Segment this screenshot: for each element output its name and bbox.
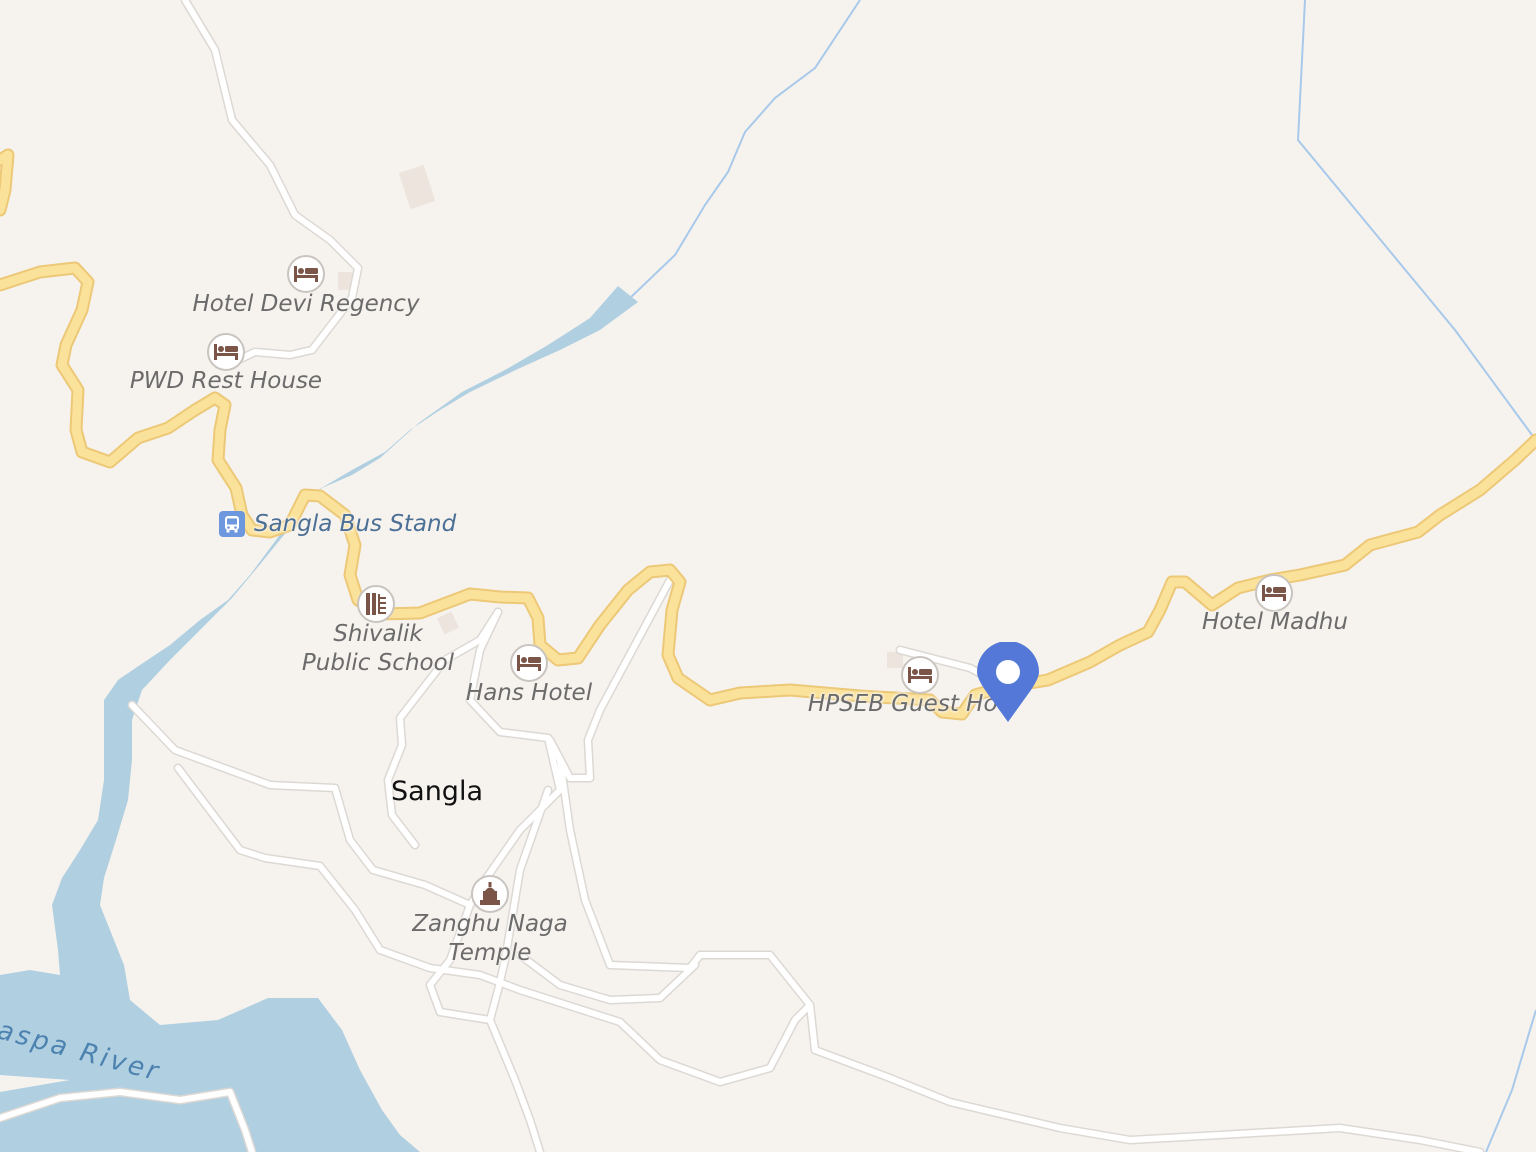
place-label-sangla: Sangla [391, 776, 483, 807]
poi-label-shivalik-public-school[interactable]: Shivalik Public School [278, 620, 478, 678]
bed-icon[interactable] [287, 255, 325, 293]
bus-icon[interactable] [219, 511, 245, 537]
poi-label-hotel-madhu[interactable]: Hotel Madhu [1202, 608, 1348, 637]
map-base-layer [0, 0, 1536, 1152]
poi-label-zanghu-naga-temple[interactable]: Zanghu Naga Temple [390, 910, 590, 968]
bed-icon[interactable] [207, 333, 245, 371]
poi-label-line: Public School [301, 650, 455, 676]
building [398, 164, 436, 210]
bus-stop-label[interactable]: Sangla Bus Stand [254, 510, 456, 539]
poi-label-line: Zanghu Naga [412, 911, 568, 937]
poi-label-hotel-devi-regency[interactable]: Hotel Devi Regency [192, 290, 419, 319]
poi-label-hans-hotel[interactable]: Hans Hotel [466, 679, 592, 708]
bed-icon[interactable] [1255, 574, 1293, 612]
baspa-river [0, 286, 638, 1152]
map-canvas[interactable]: Hotel Devi Regency PWD Rest House Shival… [0, 0, 1536, 1152]
poi-label-pwd-rest-house[interactable]: PWD Rest House [130, 367, 322, 396]
school-icon[interactable] [357, 585, 395, 623]
bed-icon[interactable] [901, 656, 939, 694]
streams [629, 0, 1536, 1152]
map-pin-icon[interactable] [977, 642, 1039, 724]
minor-roads [0, 0, 1485, 1152]
poi-label-line: Shivalik [333, 621, 423, 647]
poi-label-line: Temple [448, 940, 532, 966]
bed-icon[interactable] [510, 644, 548, 682]
temple-icon[interactable] [471, 875, 509, 913]
